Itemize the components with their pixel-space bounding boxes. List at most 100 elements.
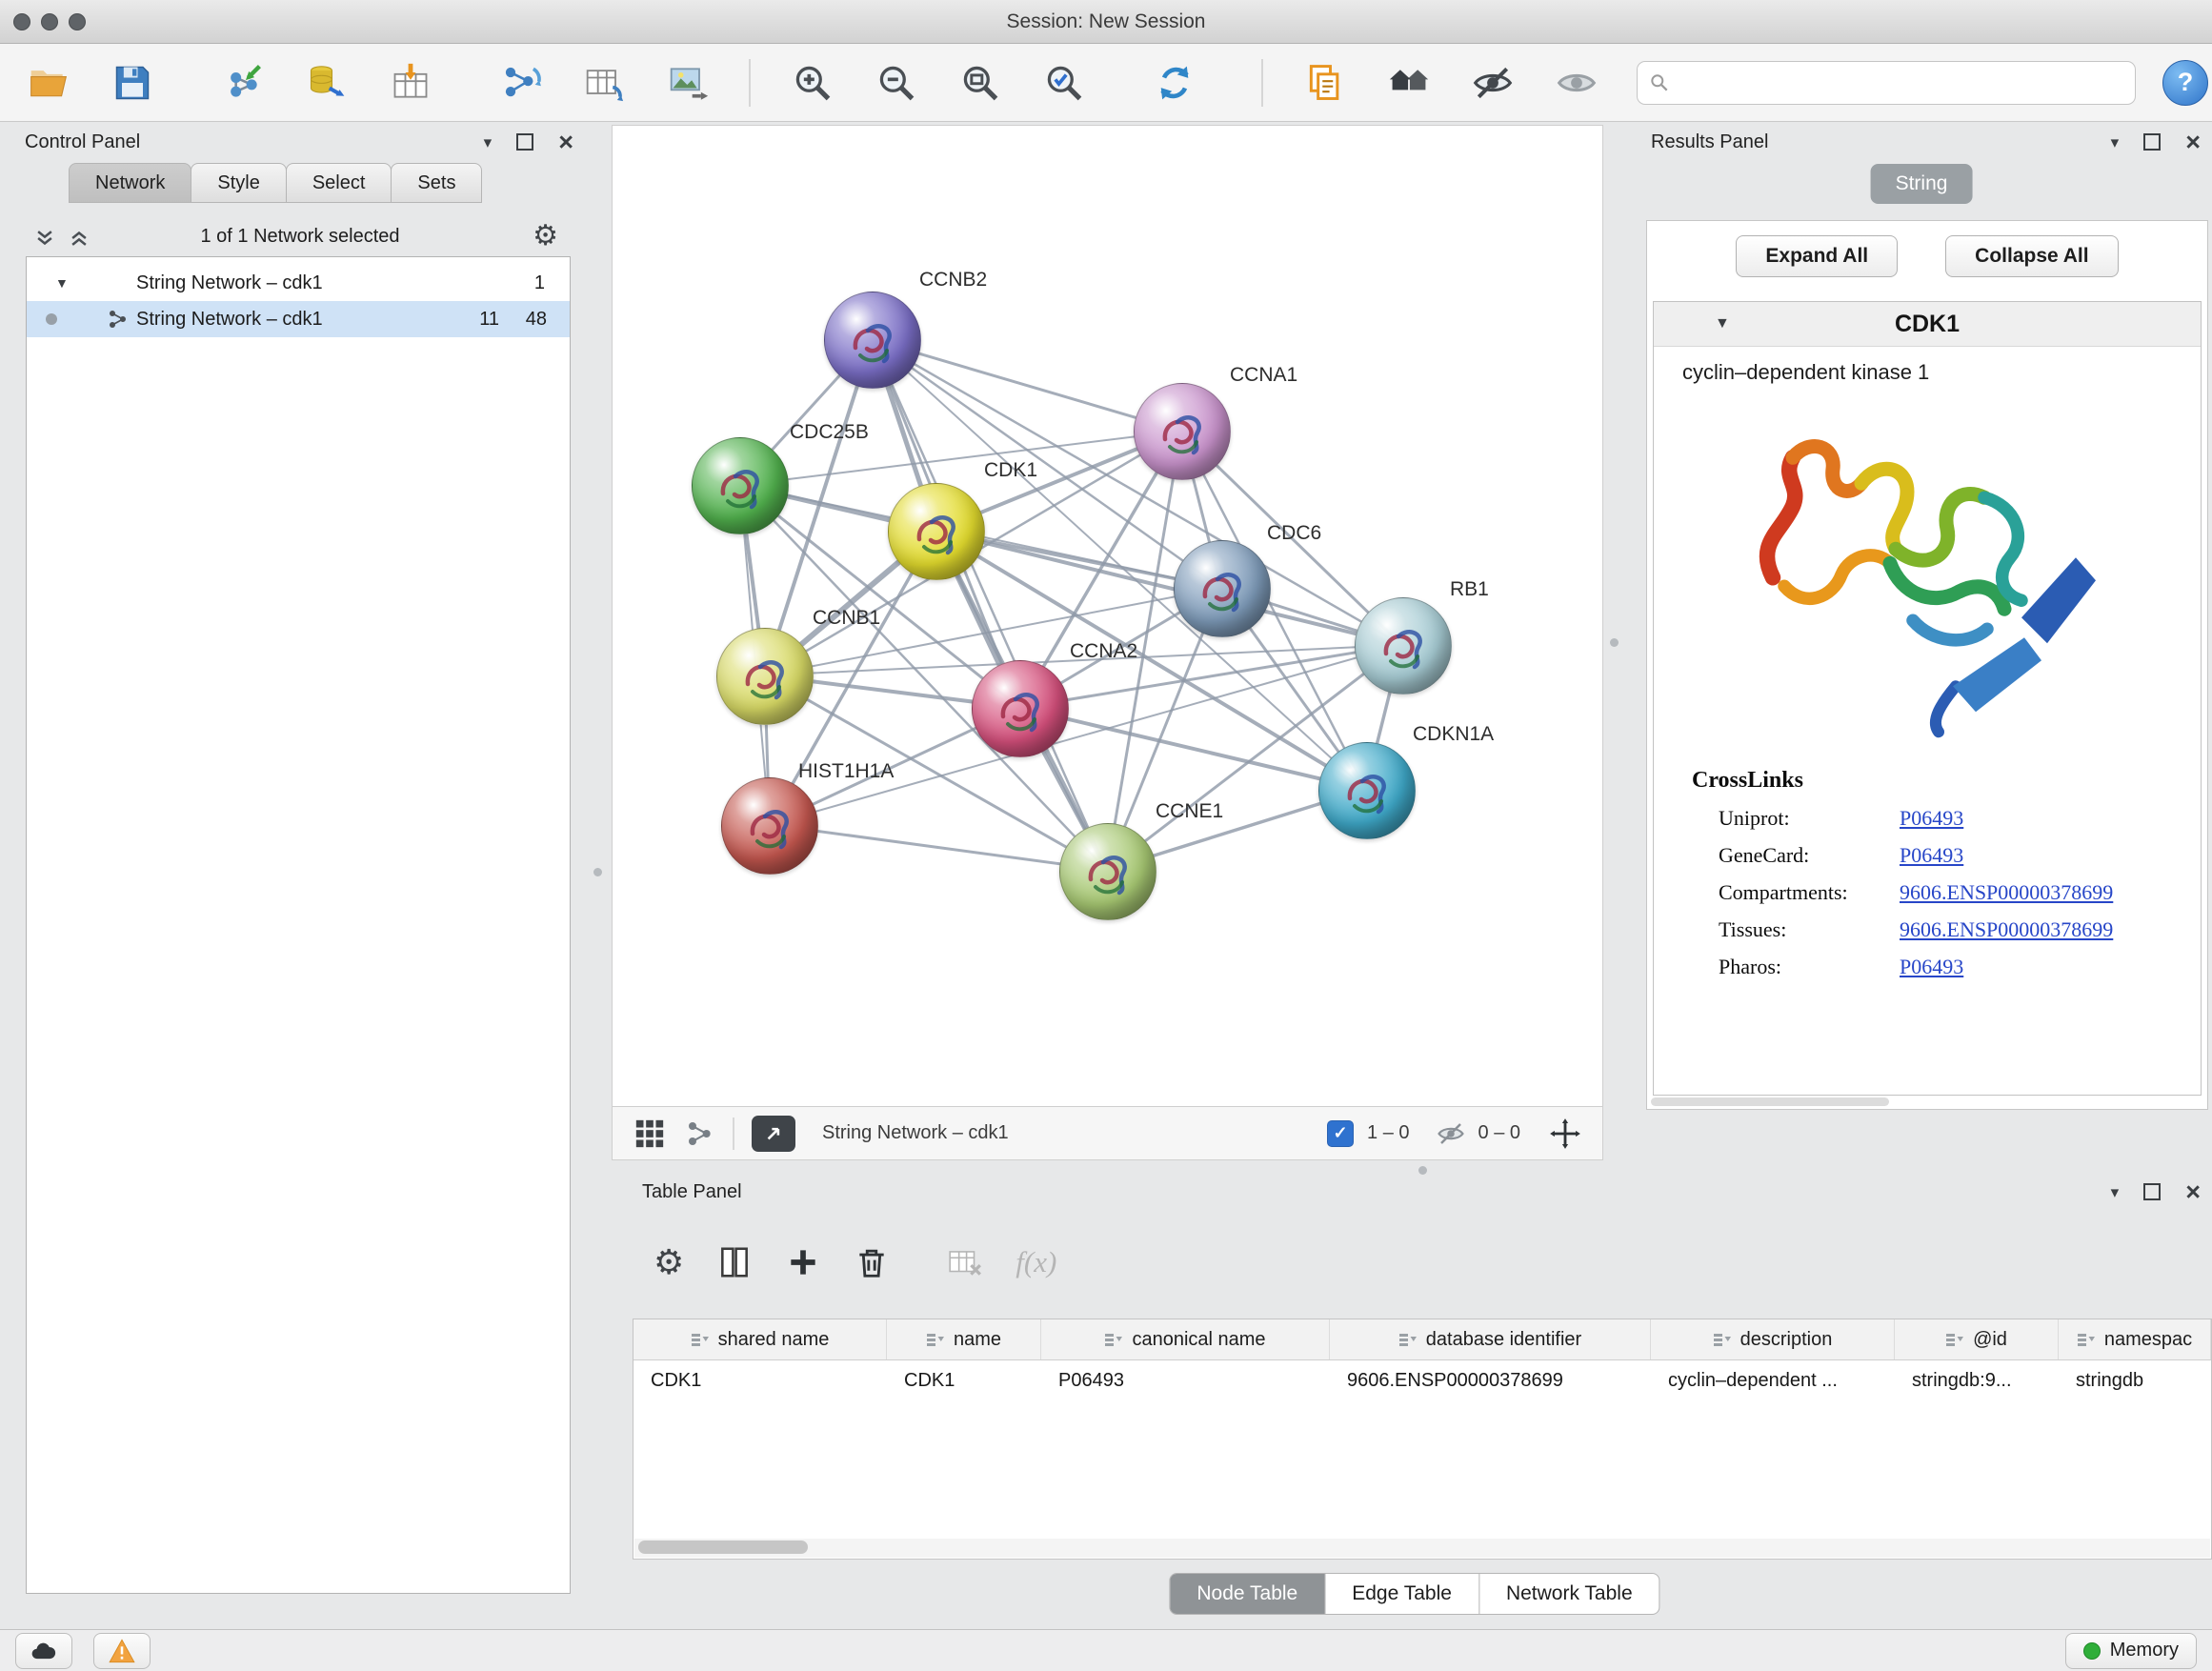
save-session-icon[interactable] [109, 56, 156, 110]
node-cdc6[interactable] [1174, 540, 1271, 637]
close-panel-icon[interactable]: × [558, 130, 573, 155]
node-ccnb1[interactable] [716, 628, 814, 725]
node-ccna2[interactable] [972, 660, 1069, 757]
panel-menu-icon[interactable]: ▾ [2111, 134, 2120, 151]
node-hist1h1a[interactable] [721, 777, 818, 875]
copy-document-icon[interactable] [1301, 56, 1349, 110]
edge-ccna2-cdkn1a[interactable] [1019, 708, 1365, 790]
birdseye-view-button[interactable] [752, 1116, 795, 1152]
crosslink-value-link[interactable]: 9606.ENSP00000378699 [1900, 880, 2113, 905]
collapse-all-button[interactable]: Collapse All [1945, 235, 2118, 277]
node-cdkn1a[interactable] [1318, 742, 1416, 839]
add-column-icon[interactable] [785, 1244, 821, 1280]
node-cdk1[interactable] [888, 483, 985, 580]
zoom-out-icon[interactable] [873, 56, 920, 110]
crosslink-value-link[interactable]: P06493 [1900, 955, 1963, 979]
crosslink-value-link[interactable]: P06493 [1900, 843, 1963, 868]
collection-disclosure-icon[interactable]: ▼ [55, 275, 69, 291]
network-view-icon[interactable] [685, 1118, 715, 1149]
refresh-view-icon[interactable] [1151, 56, 1198, 110]
column-header-name[interactable]: name [887, 1319, 1041, 1359]
show-columns-icon[interactable] [716, 1244, 753, 1280]
edge-cdk1-rb1[interactable] [935, 531, 1401, 645]
table-scrollbar-thumb[interactable] [638, 1540, 808, 1554]
new-network-icon[interactable] [497, 56, 545, 110]
network-node-count: 11 [479, 309, 499, 331]
zoom-fit-icon[interactable] [956, 56, 1004, 110]
close-panel-icon[interactable]: × [2185, 130, 2201, 155]
network-collection-row[interactable]: ▼ String Network – cdk1 1 [27, 265, 570, 301]
crosslink-value-link[interactable]: 9606.ENSP00000378699 [1900, 917, 2113, 942]
zoom-window-button[interactable] [69, 13, 86, 30]
edge-hist1h1a-ccne1[interactable] [770, 825, 1107, 871]
node-rb1[interactable] [1355, 597, 1452, 695]
tab-select[interactable]: Select [286, 163, 392, 203]
panel-menu-icon[interactable]: ▾ [484, 134, 493, 151]
node-ccna1[interactable] [1134, 383, 1231, 480]
close-window-button[interactable] [13, 13, 30, 30]
tab-edge-table[interactable]: Edge Table [1325, 1574, 1479, 1614]
node-ccne1[interactable] [1059, 823, 1156, 920]
search-input[interactable] [1678, 70, 2123, 94]
network-canvas[interactable]: CCNB2CCNA1CDC25BCDK1CDC6RB1CCNB1CCNA2CDK… [612, 125, 1603, 1107]
warnings-button[interactable] [93, 1633, 151, 1669]
panel-menu-icon[interactable]: ▾ [2111, 1184, 2120, 1200]
help-button[interactable]: ? [2162, 60, 2208, 106]
column-header-shared-name[interactable]: shared name [633, 1319, 887, 1359]
network-row-selected[interactable]: String Network – cdk1 11 48 [27, 301, 570, 337]
new-table-icon[interactable] [581, 56, 629, 110]
column-header-namespac[interactable]: namespac [2059, 1319, 2211, 1359]
zoom-selected-icon[interactable] [1040, 56, 1088, 110]
float-panel-icon[interactable] [516, 133, 533, 151]
tab-style[interactable]: Style [191, 163, 286, 203]
close-panel-icon[interactable]: × [2185, 1179, 2201, 1205]
splitter-handle[interactable] [593, 868, 602, 876]
hidden-eye-icon[interactable] [1437, 1119, 1465, 1148]
pan-move-icon[interactable] [1549, 1117, 1581, 1150]
open-session-icon[interactable] [25, 56, 72, 110]
tab-sets[interactable]: Sets [391, 163, 482, 203]
table-row[interactable]: CDK1CDK1P064939606.ENSP00000378699cyclin… [633, 1360, 2211, 1400]
network-options-gear-icon[interactable]: ⚙ [533, 222, 558, 251]
tab-network-table[interactable]: Network Table [1479, 1574, 1659, 1614]
search-box[interactable] [1637, 61, 2136, 105]
edge-ccnb2-ccne1[interactable] [872, 340, 1107, 871]
splitter-handle[interactable] [1610, 638, 1619, 647]
export-image-icon[interactable] [665, 56, 713, 110]
entry-disclosure-icon[interactable]: ▼ [1715, 315, 1730, 332]
tab-string[interactable]: String [1871, 164, 1973, 204]
tab-node-table[interactable]: Node Table [1170, 1574, 1325, 1614]
memory-button[interactable]: Memory [2065, 1633, 2197, 1669]
column-header-database-identifier[interactable]: database identifier [1330, 1319, 1651, 1359]
grid-view-icon[interactable] [633, 1117, 666, 1150]
table-options-gear-icon[interactable]: ⚙ [654, 1245, 684, 1279]
cloud-status-button[interactable] [15, 1633, 72, 1669]
selected-checkbox-icon[interactable]: ✓ [1327, 1120, 1354, 1147]
node-ccnb2[interactable] [824, 292, 921, 389]
column-header-canonical-name[interactable]: canonical name [1041, 1319, 1330, 1359]
node-label-cdk1: CDK1 [984, 459, 1037, 482]
show-eye-icon[interactable] [1553, 56, 1600, 110]
hide-eye-icon[interactable] [1469, 56, 1517, 110]
gene-entry-header[interactable]: ▼ CDK1 [1654, 302, 2201, 347]
import-table-file-icon[interactable] [387, 56, 434, 110]
import-network-file-icon[interactable] [219, 56, 267, 110]
crosslink-value-link[interactable]: P06493 [1900, 806, 1963, 831]
node-cdc25b[interactable] [692, 437, 789, 534]
zoom-in-icon[interactable] [789, 56, 836, 110]
import-network-database-icon[interactable] [303, 56, 351, 110]
splitter-handle[interactable] [1418, 1166, 1427, 1175]
column-header-label: name [954, 1329, 1001, 1351]
column-header-id[interactable]: @id [1895, 1319, 2059, 1359]
results-horizontal-scrollbar[interactable] [1651, 1097, 1889, 1106]
home-view-icon[interactable] [1385, 56, 1433, 110]
column-header-description[interactable]: description [1651, 1319, 1895, 1359]
table-scrollbar-track[interactable] [634, 1539, 2210, 1558]
float-panel-icon[interactable] [2143, 133, 2161, 151]
tab-network[interactable]: Network [69, 163, 191, 203]
expand-all-button[interactable]: Expand All [1736, 235, 1898, 277]
delete-column-icon[interactable] [854, 1244, 890, 1280]
minimize-window-button[interactable] [41, 13, 58, 30]
column-sort-icon [691, 1332, 710, 1348]
float-panel-icon[interactable] [2143, 1183, 2161, 1200]
